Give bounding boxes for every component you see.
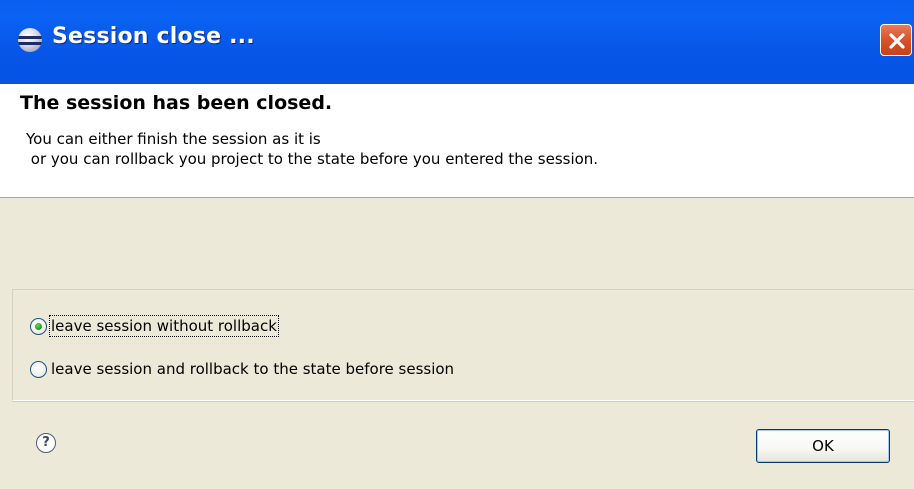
close-icon <box>889 33 905 49</box>
window-title: Session close ... <box>52 24 255 49</box>
radio-option-with-rollback[interactable]: leave session and rollback to the state … <box>30 358 455 380</box>
close-button[interactable] <box>880 24 912 56</box>
radio-button-checked[interactable] <box>30 317 47 335</box>
eclipse-icon <box>18 28 42 52</box>
title-bar[interactable]: Session close ... <box>0 0 914 84</box>
dialog-message: You can either finish the session as it … <box>26 130 599 168</box>
radio-label-with-rollback[interactable]: leave session and rollback to the state … <box>50 359 455 379</box>
radio-button-unchecked[interactable] <box>30 360 47 378</box>
help-icon[interactable]: ? <box>36 433 56 453</box>
dialog-heading: The session has been closed. <box>20 92 333 114</box>
dialog-header: The session has been closed. You can eit… <box>0 84 914 198</box>
radio-option-without-rollback[interactable]: leave session without rollback <box>30 315 279 337</box>
radio-label-without-rollback[interactable]: leave session without rollback <box>49 315 279 337</box>
rollback-options-group: leave session without rollback leave ses… <box>12 289 914 402</box>
ok-button[interactable]: OK <box>756 429 890 463</box>
